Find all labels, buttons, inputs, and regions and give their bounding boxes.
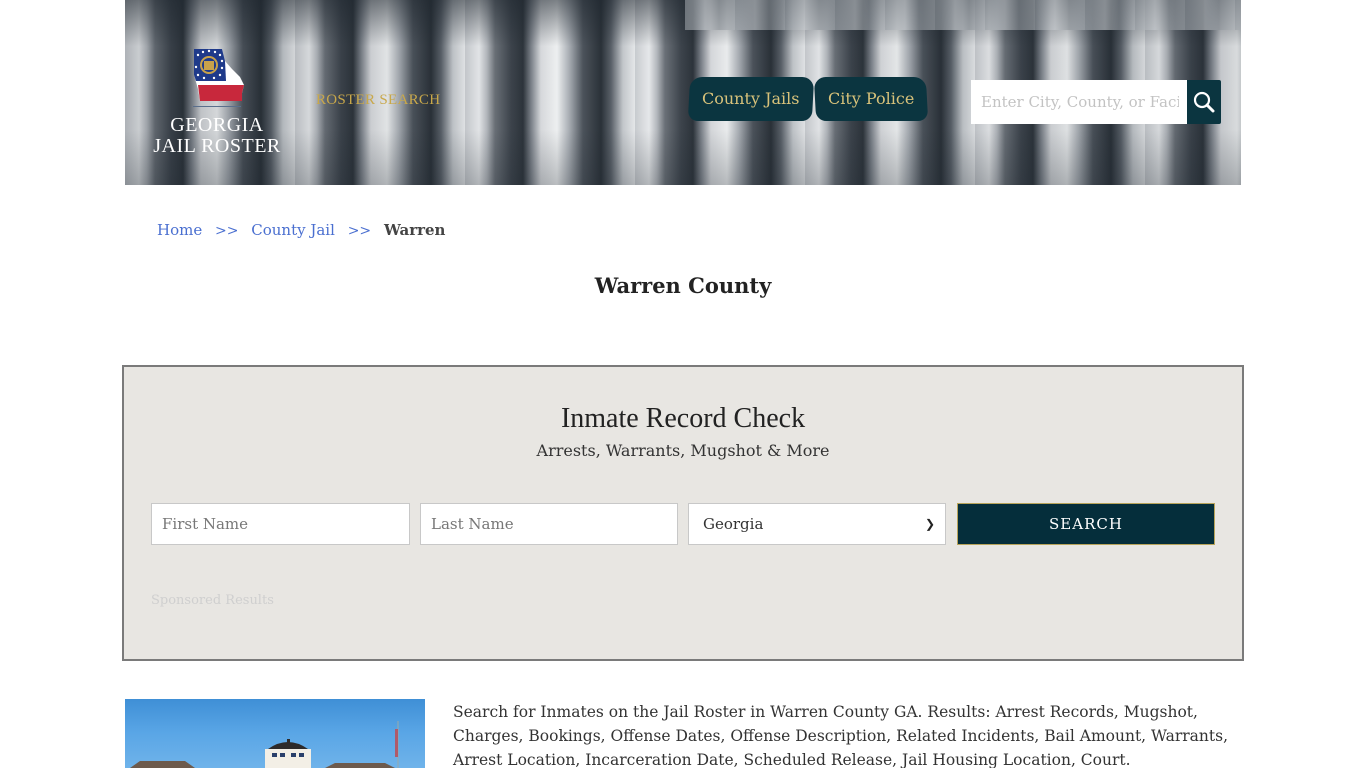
breadcrumb-separator: >> [215, 223, 239, 239]
nav-tab-label: County Jails [702, 89, 800, 108]
site-search [971, 80, 1221, 124]
nav-tab-county-jails[interactable]: County Jails [687, 77, 815, 121]
state-select[interactable]: Georgia ❯ [688, 503, 946, 545]
breadcrumb-county-jail[interactable]: County Jail [251, 221, 335, 239]
site-logo[interactable]: GEORGIA JAIL ROSTER [150, 44, 284, 164]
record-check-subtitle: Arrests, Warrants, Mugshot & More [536, 441, 830, 460]
sponsored-results-label: Sponsored Results [151, 593, 274, 608]
last-name-input[interactable] [420, 503, 678, 545]
breadcrumb-current: Warren [383, 221, 446, 239]
breadcrumb: Home >> County Jail >> Warren [157, 221, 445, 239]
logo-text-line2: JAIL ROSTER [153, 135, 281, 157]
site-search-input[interactable] [971, 80, 1187, 124]
inmate-record-check-panel: Inmate Record Check Arrests, Warrants, M… [122, 365, 1244, 661]
county-description: Search for Inmates on the Jail Roster in… [453, 703, 1228, 768]
nav-tab-city-police[interactable]: City Police [813, 77, 929, 121]
record-check-title: Inmate Record Check [560, 403, 806, 434]
page-title: Warren County [594, 273, 772, 298]
georgia-flag-map-icon [194, 49, 244, 101]
facility-photo [125, 699, 425, 768]
chevron-down-icon: ❯ [924, 517, 935, 531]
nav-tab-label: City Police [827, 89, 915, 108]
state-select-value: Georgia [703, 515, 764, 533]
roster-search-link[interactable]: ROSTER SEARCH [316, 92, 440, 109]
breadcrumb-home[interactable]: Home [157, 221, 202, 239]
first-name-input[interactable] [151, 503, 410, 545]
logo-text-line1: GEORGIA [170, 114, 264, 136]
building-image [130, 721, 399, 768]
site-search-button[interactable] [1187, 80, 1221, 124]
record-search-button[interactable]: SEARCH [957, 503, 1215, 545]
page: GEORGIA JAIL ROSTER ROSTER SEARCH County… [0, 0, 1366, 768]
search-icon [1193, 91, 1215, 113]
logo-divider [193, 106, 241, 107]
breadcrumb-separator: >> [347, 223, 372, 239]
